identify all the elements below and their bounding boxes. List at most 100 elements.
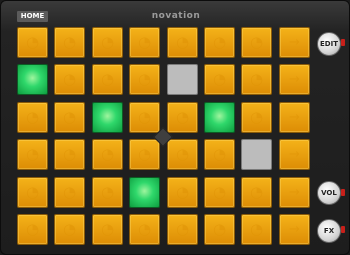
fx-led bbox=[341, 226, 345, 233]
pad-r6-c7[interactable]: ◔ bbox=[241, 214, 272, 245]
dial-icon: ◔ bbox=[25, 183, 40, 201]
dial-icon: ◔ bbox=[137, 33, 152, 51]
dial-icon: ◔ bbox=[25, 220, 40, 238]
brand-logo: novation bbox=[151, 11, 201, 21]
pad-r5-c8[interactable]: → bbox=[279, 177, 310, 208]
launchpad-device: HOME novation ◔ ◔ ◔ ◔ ◔ ◔ ◔ → ◔ ◔ ◔ ◔ ◔ → ◔ ◔ ◔ ◔ ◔ → ◔ ◔ ◔ ◔ ◔ ◔… bbox=[0, 0, 350, 255]
dial-icon: ◔ bbox=[100, 33, 115, 51]
dial-icon: ◔ bbox=[175, 145, 190, 163]
dial-icon: ◔ bbox=[249, 33, 264, 51]
arrow-right-icon: → bbox=[289, 110, 300, 125]
pad-r4-c1[interactable]: ◔ bbox=[17, 139, 48, 170]
pad-r5-c5[interactable]: ◔ bbox=[167, 177, 198, 208]
pad-r6-c8[interactable]: → bbox=[279, 214, 310, 245]
dial-icon: ◔ bbox=[249, 183, 264, 201]
dial-icon: ◔ bbox=[175, 33, 190, 51]
pad-r5-c2[interactable]: ◔ bbox=[54, 177, 85, 208]
dial-icon: ◔ bbox=[137, 220, 152, 238]
vol-button[interactable]: VOL bbox=[317, 181, 341, 205]
pad-r5-c7[interactable]: ◔ bbox=[241, 177, 272, 208]
dial-icon: ◔ bbox=[137, 108, 152, 126]
pad-r3-c2[interactable]: ◔ bbox=[54, 102, 85, 133]
dial-icon: ◔ bbox=[25, 108, 40, 126]
dial-icon: ◔ bbox=[62, 220, 77, 238]
pad-r1-c7[interactable]: ◔ bbox=[241, 27, 272, 58]
arrow-right-icon: → bbox=[289, 185, 300, 200]
edit-led bbox=[341, 39, 345, 46]
dial-icon: ◔ bbox=[212, 33, 227, 51]
pad-r5-c4[interactable] bbox=[129, 177, 160, 208]
pad-r4-c7[interactable] bbox=[241, 139, 272, 170]
dial-icon: ◔ bbox=[175, 108, 190, 126]
pad-r1-c3[interactable]: ◔ bbox=[92, 27, 123, 58]
pad-r4-c4[interactable]: ◔ bbox=[129, 139, 160, 170]
pad-r1-c1[interactable]: ◔ bbox=[17, 27, 48, 58]
pad-r6-c1[interactable]: ◔ bbox=[17, 214, 48, 245]
dial-icon: ◔ bbox=[100, 145, 115, 163]
dial-icon: ◔ bbox=[212, 70, 227, 88]
pad-r3-c7[interactable]: ◔ bbox=[241, 102, 272, 133]
dial-icon: ◔ bbox=[62, 70, 77, 88]
pad-r2-c3[interactable]: ◔ bbox=[92, 64, 123, 95]
dial-icon: ◔ bbox=[62, 108, 77, 126]
dial-icon: ◔ bbox=[25, 145, 40, 163]
dial-icon: ◔ bbox=[212, 183, 227, 201]
arrow-right-icon: → bbox=[289, 222, 300, 237]
arrow-right-icon: → bbox=[289, 35, 300, 50]
dial-icon: ◔ bbox=[62, 145, 77, 163]
dial-icon: ◔ bbox=[137, 70, 152, 88]
dial-icon: ◔ bbox=[249, 220, 264, 238]
pad-r5-c6[interactable]: ◔ bbox=[204, 177, 235, 208]
pad-r6-c4[interactable]: ◔ bbox=[129, 214, 160, 245]
pad-r1-c6[interactable]: ◔ bbox=[204, 27, 235, 58]
pad-r4-c8[interactable]: → bbox=[279, 139, 310, 170]
dial-icon: ◔ bbox=[175, 183, 190, 201]
pad-r4-c3[interactable]: ◔ bbox=[92, 139, 123, 170]
dial-icon: ◔ bbox=[25, 33, 40, 51]
pad-r4-c5[interactable]: ◔ bbox=[167, 139, 198, 170]
arrow-right-icon: → bbox=[289, 72, 300, 87]
dial-icon: ◔ bbox=[100, 220, 115, 238]
pad-r5-c1[interactable]: ◔ bbox=[17, 177, 48, 208]
pad-r2-c8[interactable]: → bbox=[279, 64, 310, 95]
dial-icon: ◔ bbox=[100, 183, 115, 201]
pad-r3-c1[interactable]: ◔ bbox=[17, 102, 48, 133]
pad-r3-c4[interactable]: ◔ bbox=[129, 102, 160, 133]
pad-r4-c2[interactable]: ◔ bbox=[54, 139, 85, 170]
pad-r3-c5[interactable]: ◔ bbox=[167, 102, 198, 133]
pad-r2-c4[interactable]: ◔ bbox=[129, 64, 160, 95]
pad-r3-c6[interactable] bbox=[204, 102, 235, 133]
pad-r1-c8[interactable]: → bbox=[279, 27, 310, 58]
pad-r1-c4[interactable]: ◔ bbox=[129, 27, 160, 58]
dial-icon: ◔ bbox=[100, 70, 115, 88]
dial-icon: ◔ bbox=[62, 33, 77, 51]
dial-icon: ◔ bbox=[62, 183, 77, 201]
pad-r2-c5[interactable] bbox=[167, 64, 198, 95]
fx-button[interactable]: FX bbox=[317, 219, 341, 243]
top-bar: HOME novation bbox=[1, 1, 350, 25]
dial-icon: ◔ bbox=[175, 220, 190, 238]
pad-r3-c3[interactable] bbox=[92, 102, 123, 133]
home-button[interactable]: HOME bbox=[17, 11, 48, 22]
dial-icon: ◔ bbox=[212, 220, 227, 238]
pad-r2-c7[interactable]: ◔ bbox=[241, 64, 272, 95]
arrow-right-icon: → bbox=[289, 147, 300, 162]
dial-icon: ◔ bbox=[249, 70, 264, 88]
pad-r2-c6[interactable]: ◔ bbox=[204, 64, 235, 95]
pad-r4-c6[interactable]: ◔ bbox=[204, 139, 235, 170]
pad-r1-c5[interactable]: ◔ bbox=[167, 27, 198, 58]
edit-button[interactable]: EDIT bbox=[317, 32, 341, 56]
pad-r1-c2[interactable]: ◔ bbox=[54, 27, 85, 58]
pad-r2-c2[interactable]: ◔ bbox=[54, 64, 85, 95]
pad-r5-c3[interactable]: ◔ bbox=[92, 177, 123, 208]
pad-r6-c5[interactable]: ◔ bbox=[167, 214, 198, 245]
vol-led bbox=[341, 189, 345, 196]
pad-r3-c8[interactable]: → bbox=[279, 102, 310, 133]
pad-r6-c6[interactable]: ◔ bbox=[204, 214, 235, 245]
pad-r6-c3[interactable]: ◔ bbox=[92, 214, 123, 245]
dial-icon: ◔ bbox=[137, 145, 152, 163]
dial-icon: ◔ bbox=[249, 108, 264, 126]
pad-r2-c1[interactable] bbox=[17, 64, 48, 95]
dial-icon: ◔ bbox=[212, 145, 227, 163]
pad-r6-c2[interactable]: ◔ bbox=[54, 214, 85, 245]
